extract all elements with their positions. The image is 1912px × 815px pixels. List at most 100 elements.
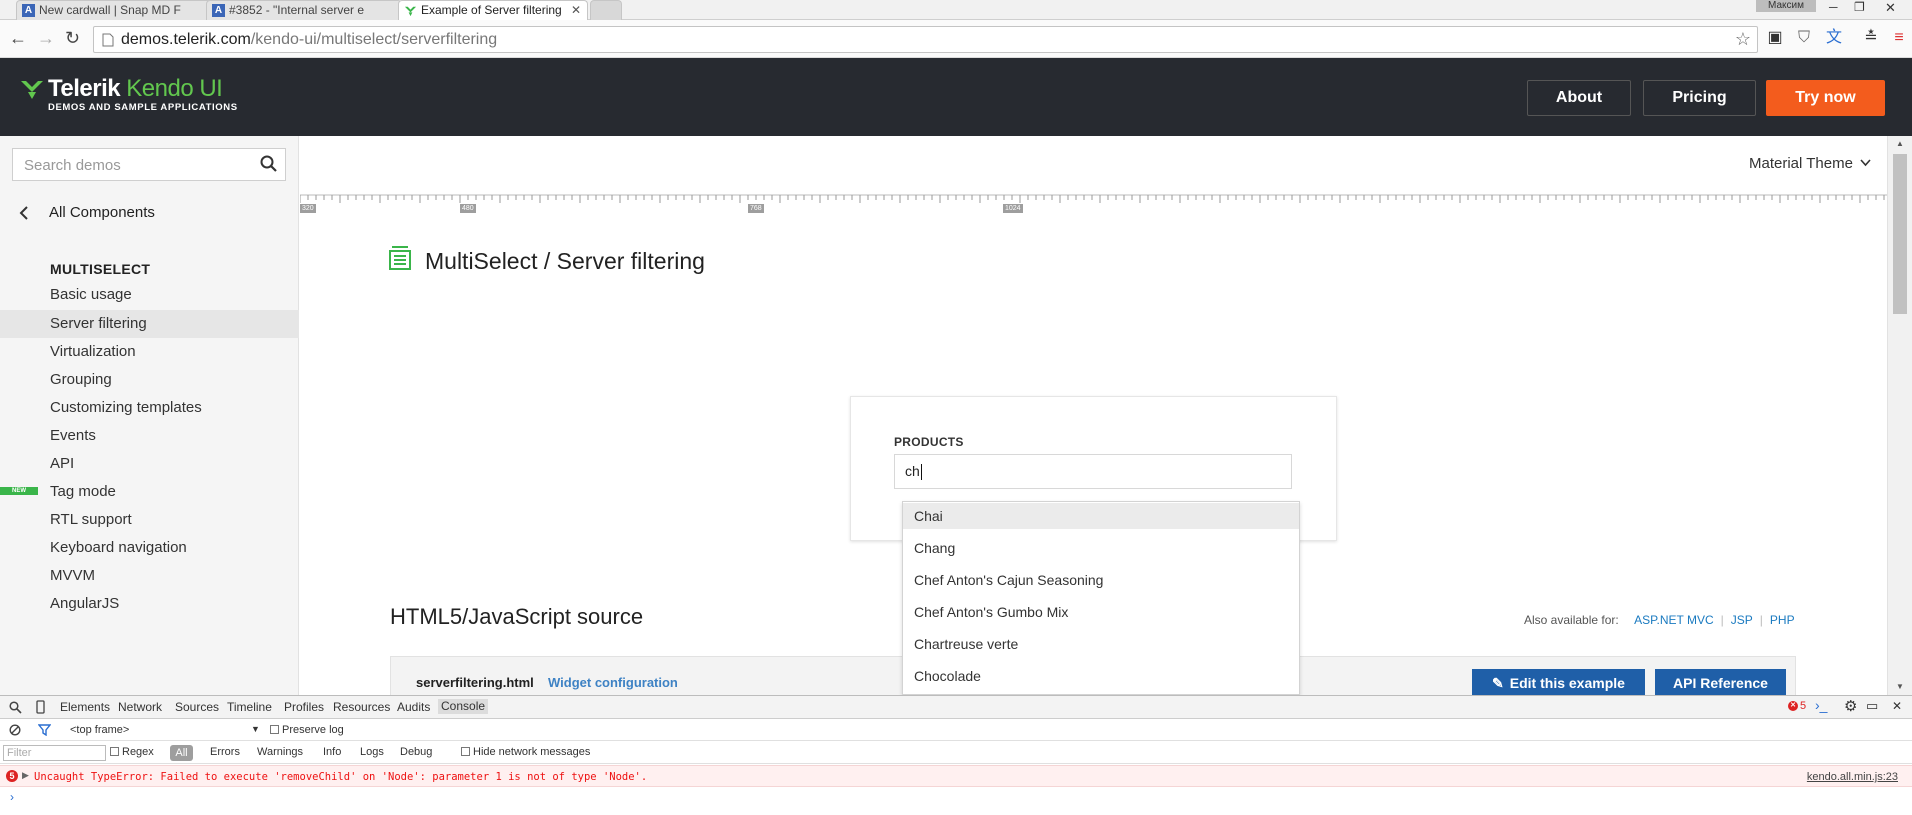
console-filter-input[interactable]: Filter [3, 745, 106, 761]
sidebar-item-label: Events [50, 427, 96, 444]
close-window-icon[interactable]: ✕ [1885, 0, 1896, 16]
clear-console-icon[interactable] [9, 724, 21, 736]
sidebar-item-tag-mode[interactable]: NEW Tag mode [0, 478, 299, 506]
sidebar-item-rtl-support[interactable]: RTL support [0, 506, 299, 534]
list-item[interactable]: Chef Anton's Cajun Seasoning [903, 567, 1299, 593]
telerik-logo-icon[interactable] [20, 76, 44, 105]
console-drawer-icon[interactable]: ›_ [1815, 697, 1827, 713]
list-item[interactable]: Chocolade [903, 663, 1299, 689]
try-now-button[interactable]: Try now [1766, 80, 1885, 116]
tab-profiles[interactable]: Profiles [284, 700, 324, 714]
browser-tab[interactable]: A #3852 - "Internal server e [206, 0, 402, 20]
error-count[interactable]: 5 [1800, 700, 1806, 712]
tab-widget-configuration[interactable]: Widget configuration [548, 675, 678, 690]
new-tab-button[interactable] [590, 0, 622, 20]
profile-chip[interactable]: Максим [1756, 0, 1816, 12]
tab-network[interactable]: Network [118, 700, 162, 714]
device-mode-icon[interactable] [36, 700, 45, 714]
error-source-link[interactable]: kendo.all.min.js:23 [1807, 771, 1898, 783]
chevron-down-icon[interactable]: ▼ [251, 724, 260, 734]
level-errors[interactable]: Errors [210, 746, 240, 758]
browser-tab-active[interactable]: Example of Server filtering ✕ [398, 0, 588, 20]
extension-icon[interactable]: ≛ [1862, 29, 1880, 47]
back-arrow-icon[interactable]: ← [9, 28, 27, 49]
sidebar-item-events[interactable]: Events [0, 422, 299, 450]
level-info[interactable]: Info [323, 746, 341, 758]
frame-selector[interactable]: <top frame> [70, 724, 129, 736]
preserve-log-checkbox[interactable]: Preserve log [270, 724, 344, 736]
scrollbar-thumb[interactable] [1893, 154, 1907, 314]
php-link[interactable]: PHP [1770, 613, 1795, 627]
sidebar-item-server-filtering[interactable]: Server filtering [0, 310, 299, 338]
list-item[interactable]: Chartreuse verte [903, 631, 1299, 657]
level-all[interactable]: All [170, 745, 193, 761]
inspect-search-icon[interactable] [9, 701, 22, 714]
tab-sources[interactable]: Sources [175, 700, 219, 714]
tab-serverfiltering-html[interactable]: serverfiltering.html [416, 675, 534, 690]
console-error-row[interactable]: 5 ▶ Uncaught TypeError: Failed to execut… [0, 765, 1912, 787]
list-item[interactable]: Chang [903, 535, 1299, 561]
sidebar-item-grouping[interactable]: Grouping [0, 366, 299, 394]
tab-timeline[interactable]: Timeline [227, 700, 272, 714]
logo-text[interactable]: Telerik Kendo UI [48, 75, 223, 103]
sidebar-item-mvvm[interactable]: MVVM [0, 562, 299, 590]
theme-selector[interactable]: Material Theme [1749, 155, 1871, 172]
aspnet-mvc-link[interactable]: ASP.NET MVC [1634, 613, 1714, 627]
gear-icon[interactable]: ⚙ [1844, 697, 1857, 715]
product-name: Kendo UI [126, 75, 223, 102]
scroll-up-icon[interactable]: ▲ [1896, 139, 1904, 148]
logo-subtitle: DEMOS AND SAMPLE APPLICATIONS [48, 102, 238, 113]
regex-checkbox[interactable]: Regex [110, 746, 154, 758]
sidebar-item-customizing-templates[interactable]: Customizing templates [0, 394, 299, 422]
hide-network-checkbox[interactable]: Hide network messages [461, 746, 590, 758]
pricing-button[interactable]: Pricing [1643, 80, 1756, 116]
filter-icon[interactable] [38, 724, 51, 736]
tab-audits[interactable]: Audits [397, 700, 430, 714]
jsp-link[interactable]: JSP [1731, 613, 1753, 627]
sidebar-item-api[interactable]: API [0, 450, 299, 478]
all-components-link[interactable]: All Components [0, 198, 299, 228]
tab-resources[interactable]: Resources [333, 700, 390, 714]
search-demos-input[interactable]: Search demos [12, 148, 286, 181]
extension-icon[interactable]: ▣ [1766, 29, 1784, 47]
level-logs[interactable]: Logs [360, 746, 384, 758]
search-placeholder: Search demos [24, 157, 121, 174]
products-multiselect-input[interactable]: ch [894, 454, 1292, 489]
page-scrollbar[interactable]: ▲ ▼ [1887, 136, 1912, 695]
restore-icon[interactable]: ❐ [1854, 0, 1865, 14]
address-bar[interactable]: demos.telerik.com/kendo-ui/multiselect/s… [93, 26, 1758, 53]
sidebar-item-keyboard-navigation[interactable]: Keyboard navigation [0, 534, 299, 562]
sidebar-item-label: Virtualization [50, 343, 136, 360]
about-button[interactable]: About [1527, 80, 1631, 116]
expand-triangle-icon[interactable]: ▶ [22, 770, 29, 781]
sidebar-item-label: Server filtering [50, 315, 147, 332]
dock-side-icon[interactable]: ▭ [1866, 698, 1878, 714]
level-debug[interactable]: Debug [400, 746, 432, 758]
list-item[interactable]: Chai [903, 503, 1299, 529]
sidebar-item-basic-usage[interactable]: Basic usage [0, 281, 299, 309]
close-tab-icon[interactable]: ✕ [571, 1, 581, 20]
search-icon[interactable] [259, 154, 279, 174]
devtools-panel: Elements Network Sources Timeline Profil… [0, 695, 1912, 815]
tab-elements[interactable]: Elements [60, 700, 110, 714]
console-filter-bar: Filter Regex All Errors Warnings Info Lo… [0, 742, 1912, 764]
sidebar-item-angularjs[interactable]: AngularJS [0, 590, 299, 618]
tab-console[interactable]: Console [438, 699, 489, 714]
console-prompt-icon[interactable]: › [10, 790, 14, 804]
translate-icon[interactable]: 文 [1825, 29, 1843, 47]
sidebar-item-virtualization[interactable]: Virtualization [0, 338, 299, 366]
scroll-down-icon[interactable]: ▼ [1896, 682, 1904, 691]
minimize-icon[interactable]: ─ [1829, 0, 1838, 14]
shield-extension-icon[interactable]: ⛉ [1795, 29, 1813, 47]
menu-icon[interactable]: ≡ [1890, 29, 1908, 47]
close-devtools-icon[interactable]: ✕ [1892, 699, 1902, 713]
bookmark-star-icon[interactable]: ☆ [1735, 29, 1751, 50]
browser-tab[interactable]: A New cardwall | Snap MD F [16, 0, 212, 20]
sidebar-item-label: Customizing templates [50, 399, 202, 416]
api-reference-button[interactable]: API Reference [1655, 669, 1786, 695]
level-warnings[interactable]: Warnings [257, 746, 303, 758]
reload-icon[interactable]: ↻ [65, 28, 80, 49]
forward-arrow-icon[interactable]: → [37, 28, 55, 49]
edit-example-button[interactable]: ✎ Edit this example [1472, 669, 1645, 695]
list-item[interactable]: Chef Anton's Gumbo Mix [903, 599, 1299, 625]
